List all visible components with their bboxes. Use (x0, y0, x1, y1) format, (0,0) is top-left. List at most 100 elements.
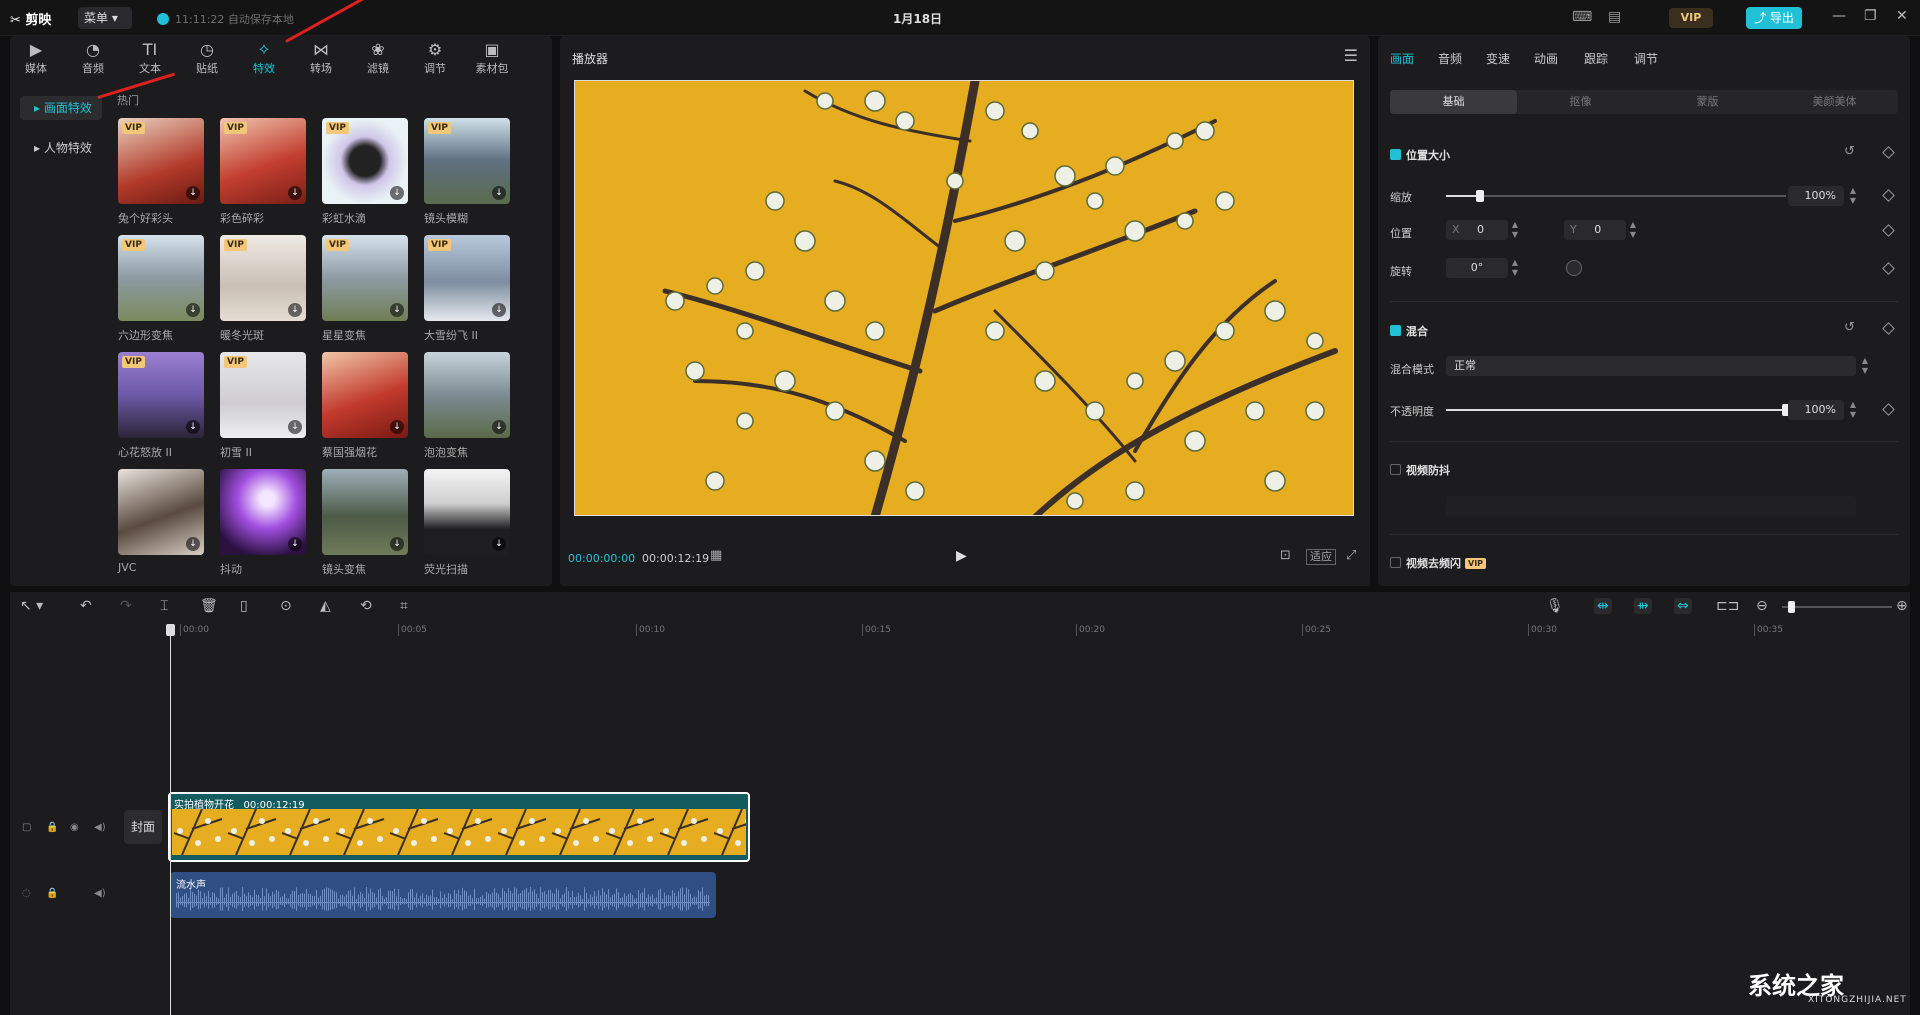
effect-card[interactable]: VIP ↓ 暖冬光斑 (220, 235, 306, 343)
scale-slider[interactable] (1446, 195, 1786, 197)
scale-slider-handle[interactable] (1476, 190, 1484, 202)
tab-package[interactable]: ▣ 素材包 (472, 40, 512, 76)
audio-clip[interactable]: 流水声 (170, 872, 716, 918)
position-x-field[interactable]: X 0 (1446, 220, 1508, 240)
download-icon[interactable]: ↓ (390, 537, 404, 551)
tab-speed[interactable]: 变速 (1486, 50, 1510, 67)
tab-audio[interactable]: ◔ 音频 (73, 40, 113, 76)
effect-card[interactable]: VIP ↓ 初雪 II (220, 352, 306, 460)
reverse-icon[interactable]: ⊙ (280, 598, 292, 614)
keyframe-icon[interactable] (1882, 403, 1895, 416)
zoom-out-icon[interactable]: ⊖ (1756, 598, 1768, 614)
download-icon[interactable]: ↓ (492, 420, 506, 434)
download-icon[interactable]: ↓ (492, 537, 506, 551)
tab-adjust[interactable]: ⚙ 调节 (415, 40, 455, 76)
effect-card[interactable]: VIP ↓ 大雪纷飞 II (424, 235, 510, 343)
main-track-magnet-icon[interactable]: ⇹ (1594, 598, 1612, 614)
stabilize-checkbox[interactable] (1390, 464, 1401, 475)
tab-tracking[interactable]: 跟踪 (1584, 50, 1608, 67)
effect-card[interactable]: ↓ 镜头变焦 (322, 469, 408, 577)
keyframe-icon[interactable] (1882, 146, 1895, 159)
tab-sticker[interactable]: ◷ 贴纸 (187, 40, 227, 76)
keyframe-icon[interactable] (1882, 224, 1895, 237)
keyframe-icon[interactable] (1882, 189, 1895, 202)
effect-card[interactable]: ↓ 抖动 (220, 469, 306, 577)
tab-animation[interactable]: 动画 (1534, 50, 1558, 67)
subtab-keying[interactable]: 抠像 (1517, 90, 1644, 114)
download-icon[interactable]: ↓ (390, 186, 404, 200)
export-button[interactable]: ⤴ 导出 (1746, 7, 1802, 29)
zoom-in-icon[interactable]: ⊕ (1896, 598, 1908, 614)
split-icon[interactable]: ⌶ (160, 598, 168, 614)
speaker-icon[interactable]: ◀) (94, 822, 106, 833)
video-clip[interactable]: 实拍植物开花 00:00:12:19 (168, 792, 750, 862)
main-menu-button[interactable]: 菜单 ▾ (78, 7, 132, 29)
maximize-icon[interactable]: ❐ (1864, 8, 1877, 24)
delete-icon[interactable]: 🗑 (200, 598, 218, 614)
download-icon[interactable]: ↓ (186, 537, 200, 551)
fit-ratio-button[interactable]: 适应 (1306, 549, 1336, 565)
video-preview[interactable] (574, 80, 1354, 516)
position-y-field[interactable]: Y 0 (1564, 220, 1626, 240)
select-tool-icon[interactable]: ↖ ▾ (20, 598, 43, 614)
effect-card[interactable]: VIP ↓ 镜头模糊 (424, 118, 510, 226)
download-icon[interactable]: ↓ (492, 303, 506, 317)
download-icon[interactable]: ↓ (186, 186, 200, 200)
zoom-slider-handle[interactable] (1788, 601, 1795, 613)
tab-effects[interactable]: ✧ 特效 (244, 40, 284, 76)
tab-filter[interactable]: ❀ 滤镜 (358, 40, 398, 76)
rotate-field[interactable]: 0° (1446, 258, 1508, 278)
rotate-dial-icon[interactable] (1566, 260, 1582, 276)
download-icon[interactable]: ↓ (492, 186, 506, 200)
effect-card[interactable]: VIP ↓ 六边形变焦 (118, 235, 204, 343)
scale-value[interactable]: 100% (1788, 186, 1844, 206)
stepper-icon[interactable]: ▲ ▼ (1628, 220, 1638, 240)
mirror-icon[interactable]: ◭ (320, 598, 331, 614)
rotate-icon[interactable]: ⟲ (360, 598, 372, 614)
download-icon[interactable]: ↓ (390, 420, 404, 434)
preview-axis-icon[interactable]: ⊏⊐ (1716, 598, 1739, 614)
effect-card[interactable]: VIP ↓ 彩虹水滴 (322, 118, 408, 226)
blend-mode-select[interactable]: 正常 (1446, 356, 1856, 376)
vip-badge[interactable]: VIP (1669, 8, 1713, 28)
keyboard-icon[interactable]: ⌨ (1572, 9, 1592, 25)
position-size-checkbox[interactable] (1390, 149, 1401, 160)
crop-icon[interactable]: ⌗ (400, 598, 408, 614)
zoom-slider[interactable] (1782, 606, 1892, 608)
stepper-icon[interactable]: ▲ ▼ (1510, 258, 1520, 278)
sidebar-item-scene-effects[interactable]: ▸ 画面特效 (20, 96, 102, 120)
microphone-icon[interactable]: 🎙 (1546, 598, 1564, 614)
eye-icon[interactable]: ◉ (70, 822, 79, 833)
redo-icon[interactable]: ↷ (120, 598, 132, 614)
blend-checkbox[interactable] (1390, 325, 1401, 336)
keyframe-icon[interactable] (1882, 262, 1895, 275)
opacity-value[interactable]: 100% (1788, 400, 1844, 420)
reset-icon[interactable]: ↺ (1844, 144, 1855, 159)
tab-adjust-props[interactable]: 调节 (1634, 50, 1658, 67)
tab-audio-props[interactable]: 音频 (1438, 50, 1462, 67)
effect-card[interactable]: VIP ↓ 星星变焦 (322, 235, 408, 343)
playhead-handle[interactable] (166, 624, 175, 636)
subtab-basic[interactable]: 基础 (1390, 90, 1517, 114)
download-icon[interactable]: ↓ (186, 420, 200, 434)
effect-card[interactable]: ↓ 泡泡变焦 (424, 352, 510, 460)
keyframe-icon[interactable] (1882, 322, 1895, 335)
minimize-icon[interactable]: — (1832, 8, 1846, 24)
tab-media[interactable]: ▶ 媒体 (16, 40, 56, 76)
subtab-beauty[interactable]: 美颜美体 (1771, 90, 1898, 114)
link-icon[interactable]: ⇔ (1674, 598, 1692, 614)
auto-snap-icon[interactable]: ⇻ (1634, 598, 1652, 614)
tab-transition[interactable]: ⋈ 转场 (301, 40, 341, 76)
fullscreen-icon[interactable]: ⤢ (1346, 548, 1356, 563)
undo-icon[interactable]: ↶ (80, 598, 92, 614)
speaker-icon[interactable]: ◀) (94, 888, 106, 899)
timeline-grid-icon[interactable]: ▦ (710, 548, 722, 563)
tab-picture[interactable]: 画面 (1390, 50, 1414, 67)
effect-card[interactable]: ↓ 蔡国强烟花 (322, 352, 408, 460)
sidebar-item-character-effects[interactable]: ▸ 人物特效 (20, 136, 102, 160)
stepper-icon[interactable]: ▲ ▼ (1848, 186, 1858, 206)
effect-card[interactable]: VIP ↓ 心花怒放 II (118, 352, 204, 460)
download-icon[interactable]: ↓ (390, 303, 404, 317)
deflicker-checkbox[interactable] (1390, 557, 1401, 568)
freeze-frame-icon[interactable]: ▯ (240, 598, 248, 614)
